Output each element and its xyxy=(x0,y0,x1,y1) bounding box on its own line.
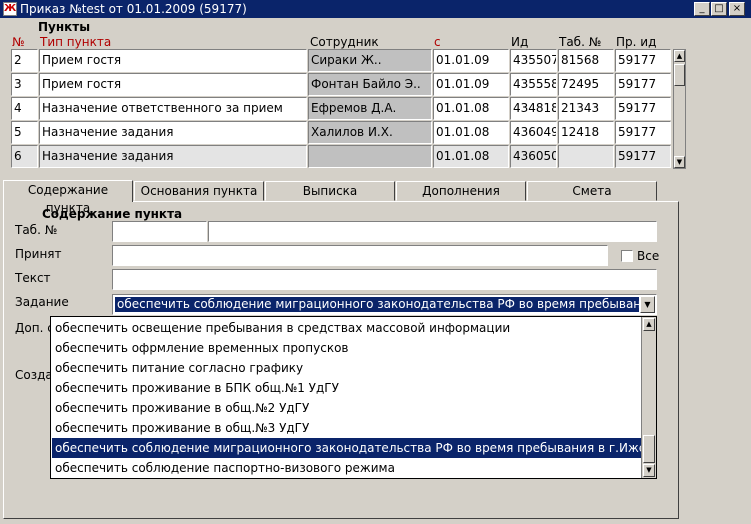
tab-num-label: Таб. № xyxy=(15,223,58,237)
col-header-tab-num: Таб. № xyxy=(559,35,602,49)
points-cell-employee[interactable]: Ефремов Д.А. xyxy=(308,97,432,120)
scroll-down-arrow-icon[interactable]: ▼ xyxy=(674,156,685,168)
points-cell-date[interactable]: 01.01.08 xyxy=(433,145,509,168)
points-cell-pr-id[interactable]: 59177 xyxy=(615,145,671,168)
dropdown-option[interactable]: обеспечить соблюдение паспортно-визового… xyxy=(52,458,641,478)
extra-label: Доп. с xyxy=(15,321,50,335)
all-checkbox-label: Все xyxy=(637,249,660,263)
close-button[interactable]: × xyxy=(729,2,745,16)
window-title: Приказ №test от 01.01.2009 (59177) xyxy=(20,2,247,16)
dropdown-scroll-up-icon[interactable]: ▲ xyxy=(643,318,655,331)
accepted-input[interactable] xyxy=(112,245,608,266)
points-cell-num[interactable]: 2 xyxy=(11,49,38,72)
col-header-employee: Сотрудник xyxy=(310,35,379,49)
created-label: Созда xyxy=(15,368,50,382)
points-cell-num[interactable]: 3 xyxy=(11,73,38,96)
text-label: Текст xyxy=(15,271,51,285)
tab-num-input[interactable] xyxy=(112,221,207,242)
tab-additions[interactable]: Дополнения xyxy=(396,181,526,201)
points-cell-pr-id[interactable]: 59177 xyxy=(615,97,671,120)
points-cell-id[interactable]: 435507 xyxy=(510,49,557,72)
text-input[interactable] xyxy=(112,269,657,290)
tab-grounds[interactable]: Основания пункта xyxy=(134,181,264,201)
dropdown-option[interactable]: обеспечить проживание в БПК общ.№1 УдГУ xyxy=(52,378,641,398)
points-cell-date[interactable]: 01.01.08 xyxy=(433,97,509,120)
points-cell-num[interactable]: 6 xyxy=(11,145,38,168)
points-cell-date[interactable]: 01.01.08 xyxy=(433,121,509,144)
dropdown-option[interactable]: обеспечить соблюдение миграционного зако… xyxy=(52,438,641,458)
task-select-value: обеспечить соблюдение миграционного зако… xyxy=(115,297,639,312)
points-cell-tab-num[interactable] xyxy=(558,145,614,168)
col-header-id: Ид xyxy=(511,35,529,49)
points-cell-type[interactable]: Прием гостя xyxy=(39,73,307,96)
dropdown-scrollbar[interactable]: ▲ ▼ xyxy=(641,317,656,478)
dropdown-option[interactable]: обеспечить проживание в общ.№3 УдГУ xyxy=(52,418,641,438)
points-cell-tab-num[interactable]: 12418 xyxy=(558,121,614,144)
points-cell-tab-num[interactable]: 81568 xyxy=(558,49,614,72)
points-cell-employee[interactable]: Фонтан Байло Э.. xyxy=(308,73,432,96)
points-cell-pr-id[interactable]: 59177 xyxy=(615,49,671,72)
points-cell-type[interactable]: Прием гостя xyxy=(39,49,307,72)
points-cell-num[interactable]: 5 xyxy=(11,121,38,144)
col-header-num: № xyxy=(12,35,25,49)
app-icon: Ж xyxy=(3,2,17,16)
task-select[interactable]: обеспечить соблюдение миграционного зако… xyxy=(112,294,657,315)
points-cell-pr-id[interactable]: 59177 xyxy=(615,121,671,144)
points-scrollbar[interactable]: ▲ ▼ xyxy=(673,49,686,169)
dropdown-option[interactable]: обеспечить освещение пребывания в средст… xyxy=(52,318,641,338)
points-cell-id[interactable]: 435558 xyxy=(510,73,557,96)
tab-estimate[interactable]: Смета xyxy=(527,181,657,201)
points-cell-type[interactable]: Назначение задания xyxy=(39,121,307,144)
scrollbar-thumb[interactable] xyxy=(674,64,685,86)
points-cell-id[interactable]: 436049 xyxy=(510,121,557,144)
points-cell-employee[interactable] xyxy=(308,145,432,168)
points-cell-employee[interactable]: Сираки Ж.. xyxy=(308,49,432,72)
points-cell-id[interactable]: 436050 xyxy=(510,145,557,168)
minimize-button[interactable]: _ xyxy=(694,2,710,16)
scroll-up-arrow-icon[interactable]: ▲ xyxy=(674,50,685,62)
points-cell-id[interactable]: 434818 xyxy=(510,97,557,120)
points-section-title: Пункты xyxy=(38,20,91,34)
dropdown-arrow-icon[interactable]: ▼ xyxy=(640,296,655,313)
points-cell-type[interactable]: Назначение ответственного за прием xyxy=(39,97,307,120)
employee-name-input[interactable] xyxy=(208,221,657,242)
dropdown-scrollbar-thumb[interactable] xyxy=(643,435,655,463)
accepted-label: Принят xyxy=(15,247,62,261)
points-cell-employee[interactable]: Халилов И.Х. xyxy=(308,121,432,144)
dropdown-option[interactable]: обеспечить питание согласно графику xyxy=(52,358,641,378)
dropdown-scroll-down-icon[interactable]: ▼ xyxy=(643,464,655,477)
col-header-type: Тип пункта xyxy=(40,35,112,49)
col-header-pr-id: Пр. ид xyxy=(616,35,657,49)
points-cell-type[interactable]: Назначение задания xyxy=(39,145,307,168)
points-cell-date[interactable]: 01.01.09 xyxy=(433,49,509,72)
title-bar: Ж Приказ №test от 01.01.2009 (59177) _ □… xyxy=(0,0,751,18)
dropdown-option[interactable]: обеспечить проживание в общ.№2 УдГУ xyxy=(52,398,641,418)
tab-extract[interactable]: Выписка xyxy=(265,181,395,201)
dropdown-option[interactable]: обеспечить офрмление временных пропусков xyxy=(52,338,641,358)
task-label: Задание xyxy=(15,295,69,309)
points-cell-tab-num[interactable]: 72495 xyxy=(558,73,614,96)
tab-content[interactable]: Содержание пункта xyxy=(3,180,133,215)
points-cell-tab-num[interactable]: 21343 xyxy=(558,97,614,120)
points-cell-date[interactable]: 01.01.09 xyxy=(433,73,509,96)
points-cell-pr-id[interactable]: 59177 xyxy=(615,73,671,96)
all-checkbox[interactable] xyxy=(621,250,633,262)
points-cell-num[interactable]: 4 xyxy=(11,97,38,120)
maximize-button[interactable]: □ xyxy=(711,2,727,16)
col-header-date: с xyxy=(434,35,441,49)
dropdown-items: обеспечить освещение пребывания в средст… xyxy=(52,318,641,478)
task-dropdown-list[interactable]: обеспечить освещение пребывания в средст… xyxy=(50,316,657,479)
